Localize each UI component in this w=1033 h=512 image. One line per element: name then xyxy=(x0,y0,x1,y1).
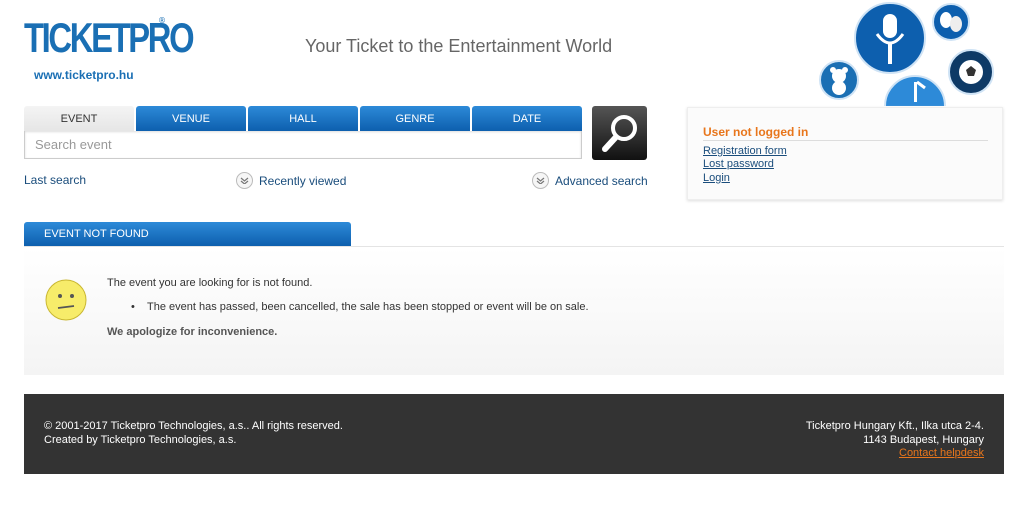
category-icons xyxy=(819,2,994,106)
panel-title-text: EVENT NOT FOUND xyxy=(44,228,149,240)
login-box: User not logged in Registration form Los… xyxy=(687,107,1003,200)
logo-text: TICKETPRO xyxy=(24,14,195,61)
ticketpro-logo[interactable]: TICKETPRO ® www.ticketpro.hu xyxy=(24,14,195,84)
tab-genre[interactable]: GENRE xyxy=(360,106,470,131)
neutral-face-icon xyxy=(45,279,87,321)
tab-hall[interactable]: HALL xyxy=(248,106,358,131)
theater-masks-icon[interactable] xyxy=(932,3,970,41)
footer: © 2001-2017 Ticketpro Technologies, a.s.… xyxy=(24,394,1004,474)
music-note-icon[interactable] xyxy=(884,75,946,106)
tagline: Your Ticket to the Entertainment World xyxy=(305,36,613,56)
company-address: Ticketpro Hungary Kft., Ilka utca 2-4. xyxy=(805,420,984,432)
recently-viewed[interactable]: Recently viewed xyxy=(236,172,346,189)
panel-title: EVENT NOT FOUND xyxy=(24,222,351,246)
football-icon[interactable] xyxy=(948,49,994,95)
chevron-down-icon xyxy=(532,172,549,189)
teddy-bear-icon[interactable] xyxy=(819,60,859,100)
helpdesk-link[interactable]: Contact helpdesk xyxy=(899,447,984,459)
search-icon xyxy=(602,115,637,152)
tab-date[interactable]: DATE xyxy=(472,106,582,131)
created-by: Created by Ticketpro Technologies, a.s. xyxy=(44,434,237,446)
login-status: User not logged in xyxy=(703,125,809,139)
registered-mark: ® xyxy=(158,16,166,25)
search-button[interactable] xyxy=(592,106,647,160)
bullet-icon: • xyxy=(131,301,135,313)
error-reason: The event has passed, been cancelled, th… xyxy=(147,301,589,313)
last-search-link[interactable]: Last search xyxy=(24,173,86,187)
recently-viewed-link[interactable]: Recently viewed xyxy=(259,174,346,188)
error-message: The event you are looking for is not fou… xyxy=(107,277,313,289)
lost-password-link[interactable]: Lost password xyxy=(703,158,774,170)
registration-link[interactable]: Registration form xyxy=(703,145,787,157)
company-city: 1143 Budapest, Hungary xyxy=(863,434,984,446)
advanced-search-link[interactable]: Advanced search xyxy=(555,174,648,188)
divider xyxy=(703,140,988,141)
chevron-down-icon xyxy=(236,172,253,189)
search-box xyxy=(24,131,582,159)
tab-event[interactable]: EVENT xyxy=(24,106,134,131)
tab-venue[interactable]: VENUE xyxy=(136,106,246,131)
advanced-search[interactable]: Advanced search xyxy=(532,172,648,189)
search-input[interactable] xyxy=(33,131,567,158)
copyright: © 2001-2017 Ticketpro Technologies, a.s.… xyxy=(44,420,343,432)
error-panel: The event you are looking for is not fou… xyxy=(24,246,1004,375)
apology-text: We apologize for inconvenience. xyxy=(107,326,278,338)
login-link[interactable]: Login xyxy=(703,172,730,184)
microphone-icon[interactable] xyxy=(854,2,926,74)
search-tabs: EVENT VENUE HALL GENRE DATE xyxy=(24,106,584,131)
logo-url: www.ticketpro.hu xyxy=(34,68,134,82)
